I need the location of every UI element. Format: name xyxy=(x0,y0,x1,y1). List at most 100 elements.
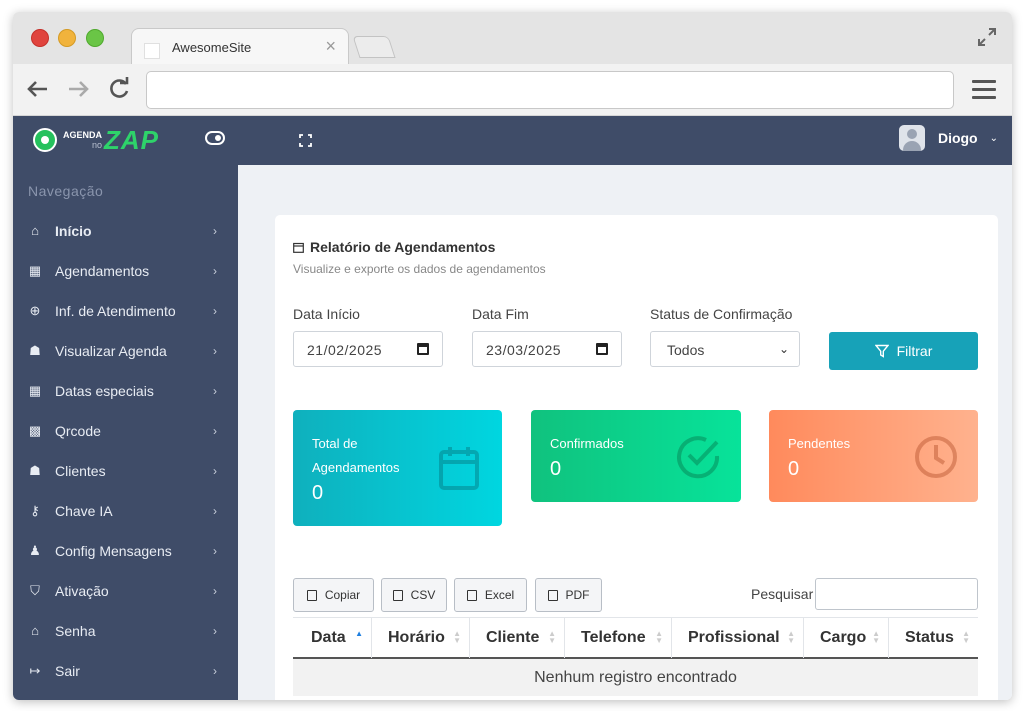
chevron-right-icon: › xyxy=(213,424,217,438)
browser-tab[interactable]: AwesomeSite × xyxy=(131,28,349,64)
sidebar-item-qrcode[interactable]: ▩ Qrcode › xyxy=(13,411,238,451)
user-name: Diogo xyxy=(937,130,978,146)
column-header-data[interactable]: Data ▲ xyxy=(293,618,372,658)
filter-button[interactable]: Filtrar xyxy=(829,332,978,370)
csv-button-label: CSV xyxy=(410,588,436,602)
key-icon: ⚷ xyxy=(30,503,40,518)
calendar-picker-icon[interactable] xyxy=(596,343,608,355)
clock-icon xyxy=(915,436,957,478)
browser-window: AwesomeSite × AGENDA no ZAP Diogo ⌄ Nave… xyxy=(13,12,1012,700)
menu-icon[interactable] xyxy=(972,80,996,100)
status-select-value: Todos xyxy=(667,342,705,358)
pending-card: Pendentes 0 xyxy=(769,410,978,502)
app-logo[interactable]: AGENDA no ZAP xyxy=(33,125,159,155)
chevron-right-icon: › xyxy=(213,544,217,558)
chevron-right-icon: › xyxy=(213,624,217,638)
maximize-window-button[interactable] xyxy=(86,29,104,47)
sidebar-item-visualizar-agenda[interactable]: ☗ Visualizar Agenda › xyxy=(13,331,238,371)
column-header-label: Profissional xyxy=(688,629,780,646)
sidebar-item-chave-ia[interactable]: ⚷ Chave IA › xyxy=(13,491,238,531)
fullscreen-icon[interactable] xyxy=(299,134,312,147)
total-appointments-card: Total de Agendamentos 0 xyxy=(293,410,502,526)
browser-tabbar: AwesomeSite × xyxy=(13,12,1012,64)
sort-icon: ▲ ▼ xyxy=(548,629,556,645)
users-icon: ☗ xyxy=(29,463,41,478)
logout-icon: ↦ xyxy=(29,663,41,678)
start-date-input[interactable]: 21/02/2025 xyxy=(293,331,443,367)
end-date-label: Data Fim xyxy=(472,306,529,322)
page-subtitle: Visualize e exporte os dados de agendame… xyxy=(293,262,546,276)
sidebar-item-sair[interactable]: ↦ Sair › xyxy=(13,651,238,691)
column-header-label: Telefone xyxy=(581,629,646,646)
sidebar-item-clientes[interactable]: ☗ Clientes › xyxy=(13,451,238,491)
sidebar-item-label: Visualizar Agenda xyxy=(55,343,167,359)
column-header-profissional[interactable]: Profissional ▲ ▼ xyxy=(672,618,804,658)
column-header-telefone[interactable]: Telefone ▲ ▼ xyxy=(565,618,672,658)
calendar-icon xyxy=(293,242,304,253)
logo-main-text: ZAP xyxy=(104,124,160,155)
user-menu[interactable]: Diogo ⌄ xyxy=(898,125,998,151)
sidebar-item-agendamentos[interactable]: ▦ Agendamentos › xyxy=(13,251,238,291)
start-date-label: Data Início xyxy=(293,306,360,322)
sidebar-item-label: Senha xyxy=(55,623,96,639)
app-topbar: AGENDA no ZAP Diogo ⌄ xyxy=(13,116,1012,165)
copy-button[interactable]: Copiar xyxy=(293,578,374,612)
expand-icon[interactable] xyxy=(976,26,998,48)
start-date-value: 21/02/2025 xyxy=(307,342,383,358)
confirmed-card: Confirmados 0 xyxy=(531,410,741,502)
column-header-horario[interactable]: Horário ▲ ▼ xyxy=(372,618,470,658)
chevron-right-icon: › xyxy=(213,224,217,238)
status-label: Status de Confirmação xyxy=(650,306,793,322)
favicon-icon xyxy=(144,43,160,59)
users-icon: ☗ xyxy=(29,343,41,358)
shield-icon: ⛉ xyxy=(30,583,40,598)
app-content: AGENDA no ZAP Diogo ⌄ Navegação ⌂ Início ›… xyxy=(13,116,1012,700)
plus-circle-icon: ⊕ xyxy=(29,303,41,318)
calendar-picker-icon[interactable] xyxy=(417,343,429,355)
file-pdf-icon xyxy=(547,589,558,601)
empty-table-message: Nenhum registro encontrado xyxy=(293,659,978,696)
end-date-input[interactable]: 23/03/2025 xyxy=(472,331,622,367)
column-header-status[interactable]: Status ▲ ▼ xyxy=(889,618,978,658)
sidebar-item-label: Agendamentos xyxy=(55,263,150,279)
status-select[interactable]: Todos ⌄ xyxy=(650,331,800,367)
check-circle-icon xyxy=(677,436,720,479)
tab-close-icon[interactable]: × xyxy=(325,36,336,57)
sidebar-item-datas-especiais[interactable]: ▦ Datas especiais › xyxy=(13,371,238,411)
sidebar-item-label: Início xyxy=(55,223,92,239)
new-tab-button[interactable] xyxy=(352,36,396,58)
sidebar-item-in-cio[interactable]: ⌂ Início › xyxy=(13,211,238,251)
sort-icon: ▲ ▼ xyxy=(453,629,461,645)
chevron-right-icon: › xyxy=(213,264,217,278)
sort-icon: ▲ ▼ xyxy=(655,629,663,645)
sidebar-item-label: Ativação xyxy=(55,583,109,599)
address-bar[interactable] xyxy=(146,71,954,109)
excel-button[interactable]: Excel xyxy=(454,578,527,612)
column-header-cliente[interactable]: Cliente ▲ ▼ xyxy=(470,618,565,658)
sidebar-item-label: Datas especiais xyxy=(55,383,154,399)
pdf-button[interactable]: PDF xyxy=(535,578,602,612)
sort-icon: ▲ ▼ xyxy=(787,629,795,645)
chevron-right-icon: › xyxy=(213,464,217,478)
sidebar-toggle-icon[interactable] xyxy=(205,131,225,145)
logo-no-text: no xyxy=(92,140,103,150)
csv-button[interactable]: CSV xyxy=(381,578,447,612)
sidebar-item-label: Chave IA xyxy=(55,503,113,519)
sidebar-item-ativa-o[interactable]: ⛉ Ativação › xyxy=(13,571,238,611)
whatsapp-logo-icon xyxy=(33,128,57,152)
forward-arrow-icon[interactable] xyxy=(65,76,91,102)
minimize-window-button[interactable] xyxy=(58,29,76,47)
back-arrow-icon[interactable] xyxy=(25,76,51,102)
pending-value: 0 xyxy=(788,458,800,480)
avatar xyxy=(898,125,925,151)
chevron-down-icon: ⌄ xyxy=(989,132,998,144)
search-input[interactable] xyxy=(815,578,978,610)
sidebar-item-label: Clientes xyxy=(55,463,106,479)
sidebar-item-inf-de-atendimento[interactable]: ⊕ Inf. de Atendimento › xyxy=(13,291,238,331)
confirmed-label: Confirmados xyxy=(550,436,624,451)
column-header-cargo[interactable]: Cargo ▲ ▼ xyxy=(804,618,889,658)
sidebar-item-config-mensagens[interactable]: ♟ Config Mensagens › xyxy=(13,531,238,571)
close-window-button[interactable] xyxy=(31,29,49,47)
reload-icon[interactable] xyxy=(106,76,132,102)
sidebar-item-senha[interactable]: ⌂ Senha › xyxy=(13,611,238,651)
